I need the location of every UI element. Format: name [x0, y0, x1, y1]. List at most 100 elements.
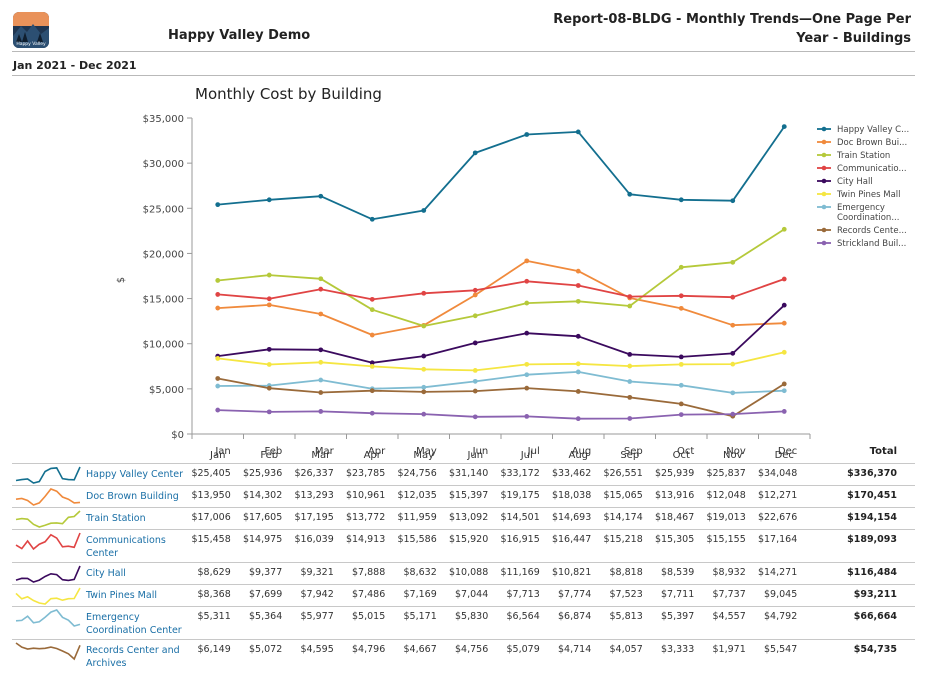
table-cell: $17,605: [242, 512, 283, 523]
legend-item: Happy Valley C...: [837, 125, 909, 135]
data-point: [472, 378, 478, 384]
series-line: [217, 259, 785, 336]
building-name[interactable]: Twin Pines Mall: [86, 589, 196, 602]
table-row: Records Center and Archives $6,149 $5,072 $…: [12, 639, 915, 673]
building-name[interactable]: Train Station: [86, 512, 196, 525]
table-cell: $17,164: [757, 534, 798, 545]
table-cell: $33,462: [551, 468, 592, 479]
data-point: [266, 409, 272, 415]
column-header: Feb: [264, 446, 283, 457]
row-total: $66,664: [853, 611, 897, 622]
data-point: [678, 354, 684, 360]
table-cell: $5,547: [764, 644, 798, 655]
row-total: $336,370: [847, 468, 897, 479]
data-point: [472, 287, 478, 293]
data-point: [524, 330, 530, 336]
table-cell: $5,079: [506, 644, 540, 655]
table-row: Train Station $17,006 $17,605 $17,195 $13,77…: [12, 507, 915, 530]
column-header: Jan: [215, 446, 231, 457]
sparkline: [15, 488, 81, 506]
data-point: [215, 376, 221, 381]
data-point: [627, 294, 633, 300]
table-cell: $25,939: [654, 468, 695, 479]
table-cell: $26,551: [603, 468, 643, 479]
table-cell: $8,632: [403, 567, 437, 578]
column-header: Mar: [314, 446, 334, 457]
sparkline: [15, 642, 81, 661]
building-name[interactable]: City Hall: [86, 567, 196, 580]
row-total: $189,093: [847, 534, 897, 545]
table-cell: $8,368: [197, 589, 231, 600]
data-point: [318, 276, 324, 282]
line-chart: $0 $5,000 $10,000 $15,000 $20,000 $25,000 $30,…: [116, 114, 909, 460]
legend-item: Strickland Buil...: [837, 239, 906, 249]
table-cell: $14,271: [757, 567, 798, 578]
table-cell: $13,772: [345, 512, 386, 523]
legend-swatch-dot: [821, 191, 827, 197]
table-cell: $14,975: [242, 534, 283, 545]
table-cell: $6,564: [506, 611, 540, 622]
table-cell: $17,195: [294, 512, 334, 523]
table-cell: $23,785: [345, 468, 386, 479]
table-cell: $15,397: [448, 490, 489, 501]
legend-swatch-dot: [821, 240, 827, 246]
legend-swatch-dot: [821, 139, 827, 145]
data-point: [524, 413, 530, 419]
table-cell: $19,175: [500, 490, 540, 501]
table-cell: $13,950: [191, 490, 231, 501]
building-name[interactable]: Emergency Coordination Center: [86, 611, 196, 637]
legend-swatch-dot: [821, 165, 827, 171]
table-cell: $7,713: [506, 589, 540, 600]
data-point: [575, 129, 581, 135]
data-point: [678, 197, 684, 203]
table-cell: $4,714: [558, 644, 592, 655]
table-cell: $6,149: [197, 644, 231, 655]
data-point: [730, 259, 736, 265]
y-tick-label: $15,000: [143, 295, 184, 306]
data-point: [421, 366, 427, 372]
data-point: [730, 361, 736, 367]
data-point: [472, 368, 478, 373]
table-cell: $15,920: [448, 534, 489, 545]
data-point: [627, 394, 633, 400]
table-cell: $9,321: [300, 567, 334, 578]
building-name[interactable]: Happy Valley Center: [86, 468, 196, 481]
sparkline: [15, 532, 81, 551]
table-cell: $14,174: [603, 512, 643, 523]
building-name[interactable]: Doc Brown Building: [86, 490, 196, 503]
table-cell: $13,293: [294, 490, 334, 501]
table-cell: $7,523: [609, 589, 643, 600]
table-cell: $13,092: [448, 512, 489, 523]
table-cell: $9,377: [249, 567, 283, 578]
data-point: [524, 132, 530, 137]
table-cell: $12,048: [706, 490, 746, 501]
sparkline-path: [15, 609, 81, 627]
legend-item: Doc Brown Bui...: [837, 138, 907, 148]
data-point: [369, 307, 375, 313]
data-point: [524, 300, 530, 306]
table-cell: $16,039: [294, 534, 334, 545]
table-row: Happy Valley Center $25,405 $25,936 $26,337…: [12, 463, 915, 486]
data-point: [678, 401, 684, 407]
data-point: [472, 388, 478, 394]
data-point: [318, 390, 324, 395]
table-cell: $8,539: [661, 567, 695, 578]
y-tick-label: $0: [171, 430, 184, 441]
table-cell: $15,305: [654, 534, 695, 545]
data-point: [575, 369, 581, 375]
column-header: May: [416, 446, 437, 457]
table-cell: $5,072: [249, 644, 283, 655]
data-point: [781, 302, 787, 308]
table-cell: $10,088: [448, 567, 489, 578]
sparkline-path: [15, 642, 81, 661]
building-name[interactable]: Communications Center: [86, 534, 196, 560]
table-cell: $11,169: [500, 567, 540, 578]
building-name[interactable]: Records Center and Archives: [86, 644, 196, 670]
table-cell: $15,458: [191, 534, 231, 545]
data-point: [524, 258, 530, 264]
data-point: [730, 411, 736, 417]
y-tick-label: $10,000: [143, 340, 184, 351]
table-cell: $13,916: [654, 490, 695, 501]
sparkline-path: [15, 532, 81, 551]
total-column-header: Total: [869, 446, 897, 457]
